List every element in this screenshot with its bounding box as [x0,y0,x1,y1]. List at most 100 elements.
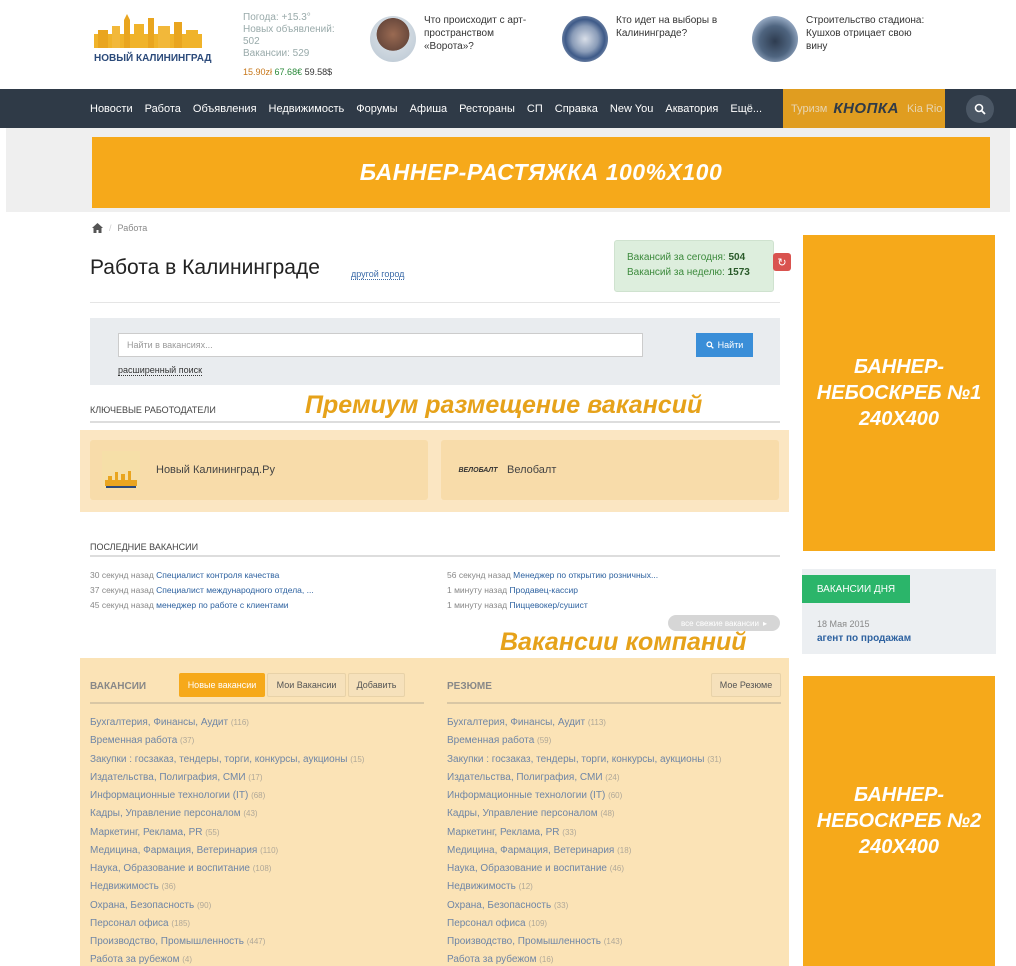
nav-item[interactable]: New You [610,103,653,115]
category-name[interactable]: Информационные технологии (IT) [447,790,605,801]
vacancy-link[interactable]: Специалист международного отдела, ... [156,585,314,595]
tab-my-vacancies[interactable]: Мои Вакансии [267,673,346,697]
category-name[interactable]: Закупки : госзаказ, тендеры, торги, конк… [447,754,704,765]
category-item[interactable]: Производство, Промышленность (143) [447,933,721,951]
nav-item[interactable]: Новости [90,103,133,115]
employer-card[interactable]: Новый Калининград.Ру [90,440,428,500]
category-item[interactable]: Временная работа (37) [90,732,364,750]
category-name[interactable]: Закупки : госзаказ, тендеры, торги, конк… [90,754,347,765]
category-item[interactable]: Бухгалтерия, Финансы, Аудит (116) [90,714,364,732]
site-logo[interactable]: НОВЫЙ КАЛИНИНГРАД [90,14,216,64]
category-name[interactable]: Производство, Промышленность [447,936,601,947]
nav-button-highlight[interactable]: Туризм КНОПКА Kia Rio [783,89,945,128]
category-name[interactable]: Временная работа [447,735,534,746]
category-item[interactable]: Информационные технологии (IT) (68) [90,787,364,805]
category-item[interactable]: Информационные технологии (IT) (60) [447,787,721,805]
category-item[interactable]: Недвижимость (36) [90,878,364,896]
category-item[interactable]: Маркетинг, Реклама, PR (55) [90,824,364,842]
vacancy-link[interactable]: Менеджер по открытию розничных... [513,570,658,580]
top-banner[interactable]: БАННЕР-РАСТЯЖКА 100%X100 [92,137,990,208]
category-name[interactable]: Охрана, Безопасность [90,900,194,911]
news-thumbnail[interactable] [562,16,608,62]
advanced-search-link[interactable]: расширенный поиск [118,365,203,376]
category-item[interactable]: Персонал офиса (109) [447,915,721,933]
category-name[interactable]: Наука, Образование и воспитание [90,863,250,874]
vacancy-of-day-button[interactable]: ВАКАНСИИ ДНЯ [802,575,910,603]
category-item[interactable]: Издательства, Полиграфия, СМИ (24) [447,769,721,787]
vacancy-link[interactable]: Продавец-кассир [510,585,579,595]
category-item[interactable]: Закупки : госзаказ, тендеры, торги, конк… [90,751,364,769]
refresh-button[interactable]: ↻ [773,253,791,271]
category-item[interactable]: Кадры, Управление персоналом (48) [447,805,721,823]
vacancy-link[interactable]: Пиццевокер/сушист [510,600,588,610]
nav-item[interactable]: Недвижимость [269,103,345,115]
category-item[interactable]: Работа за рубежом (4) [90,951,364,966]
category-item[interactable]: Охрана, Безопасность (33) [447,897,721,915]
employer-card[interactable]: ВЕЛОБАЛТ Велобалт [441,440,779,500]
skyscraper-banner-2[interactable]: БАННЕР- НЕБОСКРЕБ №2 240X400 [803,676,995,966]
category-name[interactable]: Охрана, Безопасность [447,900,551,911]
category-item[interactable]: Недвижимость (12) [447,878,721,896]
category-name[interactable]: Временная работа [90,735,177,746]
category-name[interactable]: Маркетинг, Реклама, PR [90,827,203,838]
nav-item-tourism[interactable]: Туризм [791,103,827,115]
other-city-link[interactable]: другой город [351,269,405,280]
nav-item[interactable]: Работа [145,103,181,115]
category-name[interactable]: Медицина, Фармация, Ветеринария [447,845,614,856]
category-item[interactable]: Наука, Образование и воспитание (46) [447,860,721,878]
category-name[interactable]: Бухгалтерия, Финансы, Аудит [447,717,585,728]
skyscraper-banner-1[interactable]: БАННЕР- НЕБОСКРЕБ №1 240X400 [803,235,995,551]
category-item[interactable]: Производство, Промышленность (447) [90,933,364,951]
nav-item[interactable]: Афиша [410,103,448,115]
category-item[interactable]: Кадры, Управление персоналом (43) [90,805,364,823]
vacancy-search-input[interactable]: Найти в вакансиях... [118,333,643,357]
category-name[interactable]: Работа за рубежом [447,954,536,965]
news-title[interactable]: Кто идет на выборы в Калининграде? [616,14,736,40]
tab-new-vacancies[interactable]: Новые вакансии [179,673,265,697]
category-item[interactable]: Временная работа (59) [447,732,721,750]
tab-my-resume[interactable]: Мое Резюме [711,673,781,697]
vacancy-link[interactable]: менеджер по работе с клиентами [156,600,288,610]
category-item[interactable]: Персонал офиса (185) [90,915,364,933]
nav-item[interactable]: Рестораны [459,103,515,115]
category-name[interactable]: Издательства, Полиграфия, СМИ [447,772,603,783]
tab-add[interactable]: Добавить [348,673,405,697]
category-item[interactable]: Наука, Образование и воспитание (108) [90,860,364,878]
category-name[interactable]: Маркетинг, Реклама, PR [447,827,560,838]
home-icon[interactable] [92,223,103,233]
nav-item[interactable]: Ещё... [730,103,762,115]
news-title[interactable]: Строительство стадиона: Кушхов отрицает … [806,14,926,53]
category-name[interactable]: Недвижимость [90,881,159,892]
news-title[interactable]: Что происходит с арт-пространством «Воро… [424,14,544,53]
category-name[interactable]: Издательства, Полиграфия, СМИ [90,772,246,783]
category-name[interactable]: Информационные технологии (IT) [90,790,248,801]
category-name[interactable]: Работа за рубежом [90,954,179,965]
nav-search-button[interactable] [966,95,994,123]
nav-item[interactable]: Справка [555,103,598,115]
category-name[interactable]: Наука, Образование и воспитание [447,863,607,874]
nav-item[interactable]: СП [527,103,543,115]
category-item[interactable]: Закупки : госзаказ, тендеры, торги, конк… [447,751,721,769]
nav-item[interactable]: Форумы [356,103,397,115]
category-name[interactable]: Персонал офиса [447,918,526,929]
category-item[interactable]: Маркетинг, Реклама, PR (33) [447,824,721,842]
category-item[interactable]: Работа за рубежом (16) [447,951,721,966]
category-name[interactable]: Недвижимость [447,881,516,892]
category-name[interactable]: Бухгалтерия, Финансы, Аудит [90,717,228,728]
news-thumbnail[interactable] [752,16,798,62]
category-item[interactable]: Охрана, Безопасность (90) [90,897,364,915]
nav-item[interactable]: Объявления [193,103,257,115]
nav-knopka-label[interactable]: КНОПКА [833,100,899,117]
category-name[interactable]: Производство, Промышленность [90,936,244,947]
find-button[interactable]: Найти [696,333,753,357]
category-name[interactable]: Персонал офиса [90,918,169,929]
nav-item-kia[interactable]: Kia Rio [907,103,942,115]
category-item[interactable]: Медицина, Фармация, Ветеринария (110) [90,842,364,860]
category-item[interactable]: Издательства, Полиграфия, СМИ (17) [90,769,364,787]
category-item[interactable]: Бухгалтерия, Финансы, Аудит (113) [447,714,721,732]
category-item[interactable]: Медицина, Фармация, Ветеринария (18) [447,842,721,860]
category-name[interactable]: Кадры, Управление персоналом [90,808,241,819]
vacancy-link[interactable]: Специалист контроля качества [156,570,279,580]
news-thumbnail[interactable] [370,16,416,62]
vacancy-of-day-title[interactable]: агент по продажам [817,633,911,644]
